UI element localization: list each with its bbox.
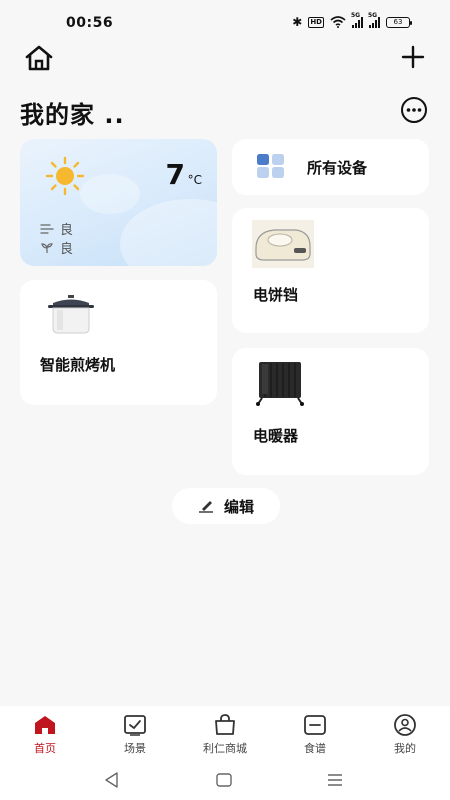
weather-card[interactable]: 7 °C 良 良 (20, 139, 217, 266)
humidity-row: 良 (40, 238, 73, 257)
add-icon[interactable] (400, 44, 426, 70)
temperature-value: 7 (165, 158, 185, 191)
signal-icon-1: 5G (351, 12, 363, 28)
air-quality-row: 良 (40, 219, 73, 238)
nav-scene[interactable]: 场景 (90, 714, 180, 756)
device-name: 智能煎烤机 (40, 356, 116, 374)
signal-icon-2: 5G (368, 12, 380, 28)
status-time: 00:56 (66, 15, 114, 31)
system-nav (0, 764, 450, 800)
home-filled-icon (35, 716, 55, 734)
status-bar: 00:56 ✱ HD 5G 5G 63 (0, 0, 450, 44)
pencil-icon (198, 501, 213, 513)
nav-profile[interactable]: 我的 (360, 714, 450, 756)
nav-label: 场景 (124, 742, 146, 755)
home-square-icon[interactable] (214, 770, 234, 790)
nav-label: 食谱 (304, 742, 326, 755)
nav-mall[interactable]: 利仁商城 (180, 714, 270, 756)
menu-icon[interactable] (325, 770, 345, 790)
sun-icon (45, 156, 85, 196)
oil-heater-icon (256, 362, 304, 406)
edit-button[interactable]: 编辑 (172, 488, 280, 524)
shopping-bag-icon (215, 714, 235, 735)
user-icon (394, 714, 416, 736)
recipe-icon (304, 715, 326, 735)
hd-badge: HD (308, 16, 324, 28)
pressure-cooker-icon (48, 295, 94, 334)
more-icon[interactable] (400, 96, 428, 124)
nav-label: 我的 (394, 742, 416, 755)
device-card-smart-grill[interactable]: 智能煎烤机 (20, 280, 217, 405)
device-card-electric-heater[interactable]: 电暖器 (232, 348, 429, 475)
bluetooth-icon: ✱ (292, 15, 303, 29)
nav-label: 利仁商城 (203, 742, 247, 755)
device-name: 电饼铛 (253, 286, 299, 304)
nav-recipes[interactable]: 食谱 (270, 714, 360, 756)
edit-label: 编辑 (223, 497, 254, 516)
air-quality-label: 良 (60, 223, 74, 238)
nav-label: 首页 (34, 742, 56, 755)
electric-griddle-icon (252, 220, 314, 268)
wind-icon (40, 223, 54, 234)
home-title[interactable]: 我的家 .. (20, 95, 125, 130)
battery-icon: 63 (386, 16, 412, 28)
device-name: 电暖器 (253, 427, 299, 445)
all-devices-label: 所有设备 (307, 159, 368, 177)
wifi-icon (330, 16, 346, 28)
nav-home[interactable]: 首页 (0, 714, 90, 756)
sprout-icon (41, 242, 53, 253)
device-card-electric-griddle[interactable]: 电饼铛 (232, 208, 429, 333)
checkbox-icon (124, 715, 146, 736)
temperature-unit: °C (187, 173, 202, 187)
humidity-label: 良 (60, 242, 74, 257)
status-icons: ✱ HD 5G 5G 63 (292, 12, 412, 29)
bottom-nav: 首页 场景 利仁商城 食谱 我的 (0, 706, 450, 764)
back-icon[interactable] (102, 770, 122, 790)
home-icon[interactable] (24, 44, 54, 72)
all-devices-card[interactable]: 所有设备 (232, 139, 429, 195)
grid-icon (257, 154, 284, 178)
